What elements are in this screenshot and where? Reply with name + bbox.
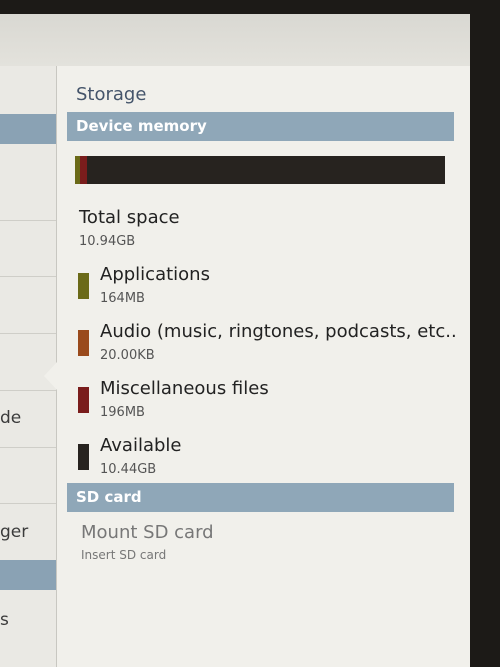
section-header-device-memory: Device memory xyxy=(67,112,454,141)
audio-size: 20.00KB xyxy=(100,348,155,363)
settings-list-header xyxy=(0,560,56,590)
total-space-label: Total space xyxy=(79,207,180,228)
settings-list-header xyxy=(0,114,56,144)
section-header-sd-card: SD card xyxy=(67,483,454,512)
storage-panel: Storage Device memory Total space 10.94G… xyxy=(57,66,470,667)
mount-sd-card-label[interactable]: Mount SD card xyxy=(81,522,214,543)
available-color-swatch xyxy=(78,444,89,470)
available-size: 10.44GB xyxy=(100,462,157,477)
divider xyxy=(0,503,56,504)
misc-files-color-swatch xyxy=(78,387,89,413)
total-space-value: 10.94GB xyxy=(79,234,136,249)
audio-label[interactable]: Audio (music, ringtones, podcasts, etc.. xyxy=(100,321,457,342)
misc-files-label[interactable]: Miscellaneous files xyxy=(100,378,269,399)
applications-size: 164MB xyxy=(100,291,145,306)
applications-label[interactable]: Applications xyxy=(100,264,210,285)
divider xyxy=(0,276,56,277)
divider xyxy=(0,220,56,221)
settings-item-label[interactable]: ger xyxy=(0,522,28,542)
divider xyxy=(0,390,56,391)
audio-color-swatch xyxy=(78,330,89,356)
tablet-screen: de ger s Storage Device memory Total spa… xyxy=(0,14,470,667)
mount-sd-card-hint: Insert SD card xyxy=(81,548,167,562)
settings-item-label[interactable]: de xyxy=(0,408,21,428)
applications-color-swatch xyxy=(78,273,89,299)
misc-files-size: 196MB xyxy=(100,405,145,420)
action-bar xyxy=(0,14,470,67)
settings-item-label[interactable]: s xyxy=(0,610,9,630)
page-title: Storage xyxy=(76,84,147,105)
available-label: Available xyxy=(100,435,182,456)
selection-pointer xyxy=(44,362,57,390)
usage-segment-available xyxy=(86,156,445,184)
divider xyxy=(0,447,56,448)
divider xyxy=(0,333,56,334)
storage-usage-bar xyxy=(75,156,445,184)
